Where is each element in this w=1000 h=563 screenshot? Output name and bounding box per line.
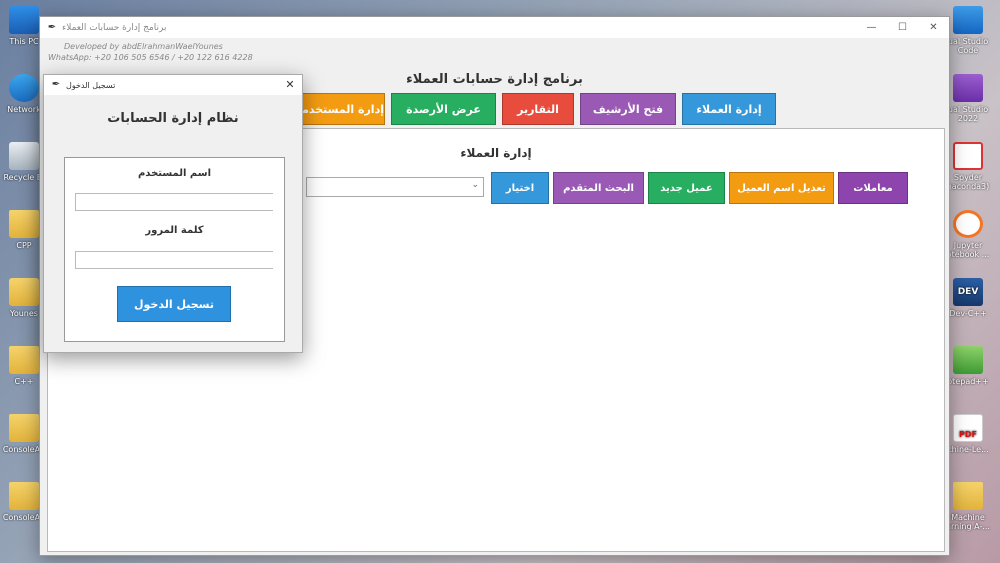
manage-clients-button[interactable]: إدارة العملاء <box>682 93 776 125</box>
advanced-search-button[interactable]: البحث المتقدم <box>553 172 644 204</box>
folder-icon <box>9 414 39 442</box>
folder-icon <box>9 210 39 238</box>
login-button[interactable]: تسجيل الدخول <box>117 286 231 322</box>
desktop-icon-label: ual Studio Code <box>947 37 989 55</box>
desktop-icon-label: Spyder naconda3) <box>946 173 990 191</box>
login-dialog: ✒ تسجيل الدخول ✕ نظام إدارة الحسابات اسم… <box>43 74 303 353</box>
desktop-icon-right-6[interactable]: PDF chine-Le... <box>944 414 992 454</box>
desktop-icon-label: otepad++ <box>947 377 989 386</box>
desktop-icon-right-1[interactable]: ual Studio 2022 <box>944 74 992 123</box>
feather-icon: ✒ <box>47 21 57 33</box>
network-icon <box>9 74 39 102</box>
credit-line-1: Developed by abdElrahmanWaelYounes <box>64 42 223 51</box>
devcpp-icon: DEV <box>953 278 983 306</box>
manage-users-button[interactable]: إدارة المستخدمين <box>290 93 385 125</box>
username-label: اسم المستخدم <box>137 168 212 179</box>
username-input[interactable] <box>75 193 273 211</box>
desktop-icon-label: Jupyter otebook ... <box>946 241 990 259</box>
client-select[interactable]: ⌄ <box>306 177 484 197</box>
vscode-icon <box>953 6 983 34</box>
maximize-button[interactable]: ☐ <box>887 17 918 38</box>
jupyter-icon <box>953 210 983 238</box>
desktop-icon-right-5[interactable]: otepad++ <box>944 346 992 386</box>
folder-icon <box>9 346 39 374</box>
edit-client-name-button[interactable]: تعديل اسم العميل <box>729 172 834 204</box>
login-close-button[interactable]: ✕ <box>282 75 298 95</box>
open-archive-button[interactable]: فتح الأرشيف <box>580 93 676 125</box>
login-form: اسم المستخدم كلمة المرور تسجيل الدخول <box>64 157 285 342</box>
notepadpp-icon <box>953 346 983 374</box>
close-button[interactable]: ✕ <box>918 17 949 38</box>
desktop-icon-label: Machine arning A-... <box>946 513 990 531</box>
login-heading: نظام إدارة الحسابات <box>107 111 239 126</box>
transactions-button[interactable]: معاملات <box>838 172 908 204</box>
main-window-title: برنامج إدارة حسابات العملاء <box>62 22 167 33</box>
main-title-bar[interactable]: ✒ برنامج إدارة حسابات العملاء — ☐ ✕ <box>40 17 949 38</box>
new-client-button[interactable]: عميل جديد <box>648 172 725 204</box>
desktop-icon-right-2[interactable]: Spyder naconda3) <box>944 142 992 191</box>
desktop-icon-label: ual Studio 2022 <box>947 105 989 123</box>
user-folder-icon <box>9 278 39 306</box>
reports-button[interactable]: التقارير <box>502 93 574 125</box>
show-balances-button[interactable]: عرض الأرصدة <box>391 93 496 125</box>
credit-line-2: WhatsApp: +20 106 505 6546 / +20 122 616… <box>48 53 253 62</box>
feather-icon: ✒ <box>51 79 61 90</box>
password-label: كلمة المرور <box>145 225 204 236</box>
password-input[interactable] <box>75 251 273 269</box>
desktop-icon-label: Dev-C++ <box>949 309 987 318</box>
desktop-icon-label: chine-Le... <box>947 445 989 454</box>
desktop-icon-right-3[interactable]: Jupyter otebook ... <box>944 210 992 259</box>
login-dialog-title: تسجيل الدخول <box>66 80 116 90</box>
recycle-bin-icon <box>9 142 39 170</box>
desktop-icon-right-4[interactable]: DEV Dev-C++ <box>944 278 992 318</box>
developer-credit: Developed by abdElrahmanWaelYounes Whats… <box>48 41 253 63</box>
chevron-down-icon: ⌄ <box>471 180 479 190</box>
minimize-button[interactable]: — <box>856 17 887 38</box>
pdf-icon: PDF <box>953 414 983 442</box>
pc-icon <box>9 6 39 34</box>
window-controls: — ☐ ✕ <box>856 17 949 38</box>
folder-icon <box>9 482 39 510</box>
visual-studio-icon <box>953 74 983 102</box>
desktop-icon-right-7[interactable]: Machine arning A-... <box>944 482 992 531</box>
folder-icon <box>953 482 983 510</box>
spyder-icon <box>953 142 983 170</box>
desktop-icon-right-0[interactable]: ual Studio Code <box>944 6 992 55</box>
login-title-bar[interactable]: ✒ تسجيل الدخول ✕ <box>44 75 302 95</box>
select-button[interactable]: اختيار <box>491 172 549 204</box>
